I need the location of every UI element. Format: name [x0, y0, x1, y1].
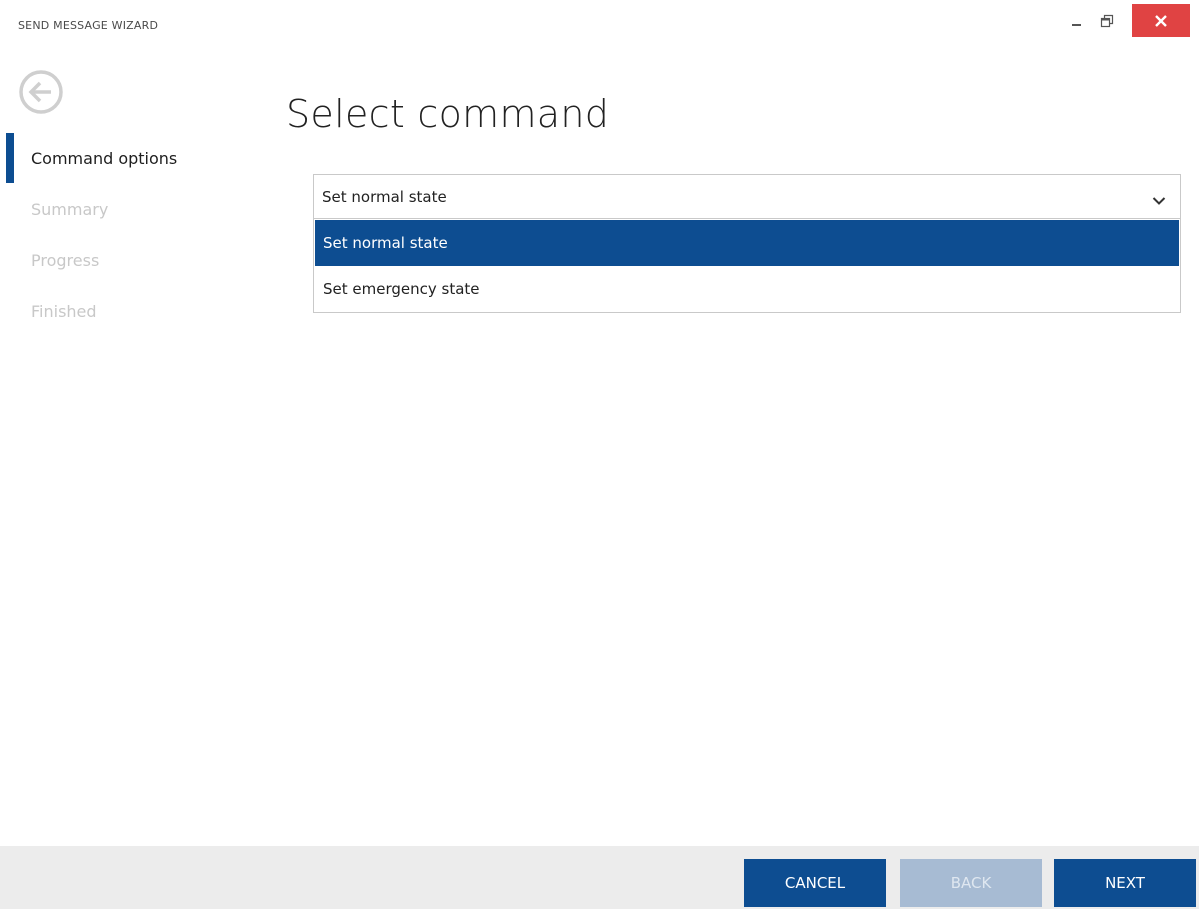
- step-summary: Summary: [31, 200, 109, 219]
- chevron-down-icon[interactable]: [1152, 191, 1166, 210]
- command-dropdown-list: Set normal state Set emergency state: [313, 219, 1181, 313]
- command-select[interactable]: Set normal state: [313, 174, 1181, 219]
- footer-bar: CANCEL BACK NEXT: [0, 846, 1199, 909]
- option-set-emergency-state[interactable]: Set emergency state: [314, 266, 1180, 313]
- step-finished: Finished: [31, 302, 97, 321]
- cancel-button[interactable]: CANCEL: [744, 859, 886, 907]
- step-progress: Progress: [31, 251, 100, 270]
- page-title: Select command: [286, 92, 610, 136]
- option-set-normal-state[interactable]: Set normal state: [315, 220, 1179, 266]
- back-button[interactable]: BACK: [900, 859, 1042, 907]
- window-title: SEND MESSAGE WIZARD: [18, 19, 159, 32]
- window-controls: [1062, 4, 1190, 37]
- back-navigation-button[interactable]: [12, 68, 70, 116]
- next-button[interactable]: NEXT: [1054, 859, 1196, 907]
- command-select-value: Set normal state: [322, 188, 447, 206]
- back-arrow-circle-icon: [19, 70, 63, 114]
- restore-icon: [1100, 14, 1114, 27]
- close-button[interactable]: [1132, 4, 1190, 37]
- wizard-window: SEND MESSAGE WIZARD Command options Summ…: [0, 0, 1199, 909]
- minimize-button[interactable]: [1062, 4, 1092, 37]
- wizard-steps: Command options Summary Progress Finishe…: [0, 133, 240, 337]
- restore-button[interactable]: [1092, 4, 1122, 37]
- step-command-options[interactable]: Command options: [0, 133, 240, 184]
- minimize-icon: [1072, 23, 1081, 26]
- close-icon: [1155, 14, 1167, 27]
- title-bar: SEND MESSAGE WIZARD: [0, 0, 1199, 50]
